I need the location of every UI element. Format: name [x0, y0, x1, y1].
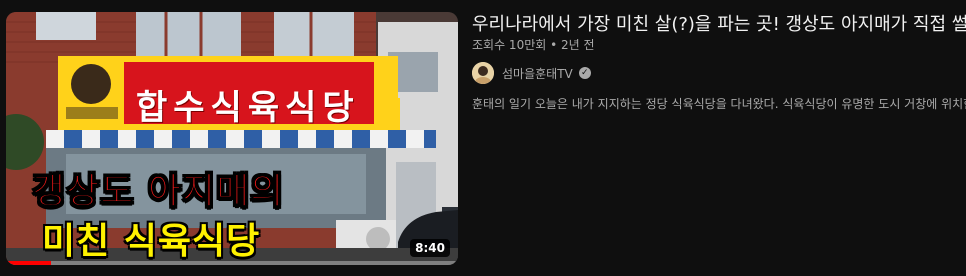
video-metadata: 조회수 10만회 • 2년 전 [472, 36, 595, 53]
video-description-snippet: 훈태의 일기 오늘은 내가 지지하는 정당 식육식당을 다녀왔다. 식육식당이 … [472, 97, 966, 111]
channel-avatar[interactable] [472, 62, 494, 84]
view-count: 조회수 10만회 [472, 38, 547, 52]
verified-check-icon: ✓ [578, 67, 591, 79]
watch-progress-bar [6, 261, 458, 265]
video-title[interactable]: 우리나라에서 가장 미친 살(?)을 파는 곳! 갱상도 아지매가 직접 썰어줍… [472, 12, 966, 38]
watch-progress-fill [6, 261, 52, 265]
metadata-separator: • [550, 38, 558, 52]
thumbnail-sign-text: 합수식육식당 [136, 88, 360, 128]
channel-info[interactable]: 섬마을훈태TV ✓ [472, 60, 591, 86]
avatar-icon [472, 62, 494, 84]
upload-age: 2년 전 [561, 38, 595, 52]
channel-name[interactable]: 섬마을훈태TV [502, 65, 573, 82]
thumbnail-overlay-line1: 갱상도 아지매의 [31, 171, 285, 213]
duration-badge: 8:40 [410, 239, 450, 257]
video-result-card[interactable]: 합수식육식당 갱상도 아지매의 미친 식육식당 8:40 우리나라에서 가장 미… [0, 0, 966, 276]
video-thumbnail[interactable]: 합수식육식당 갱상도 아지매의 미친 식육식당 8:40 [6, 12, 458, 265]
thumbnail-overlay-line2: 미친 식육식당 [42, 221, 261, 262]
